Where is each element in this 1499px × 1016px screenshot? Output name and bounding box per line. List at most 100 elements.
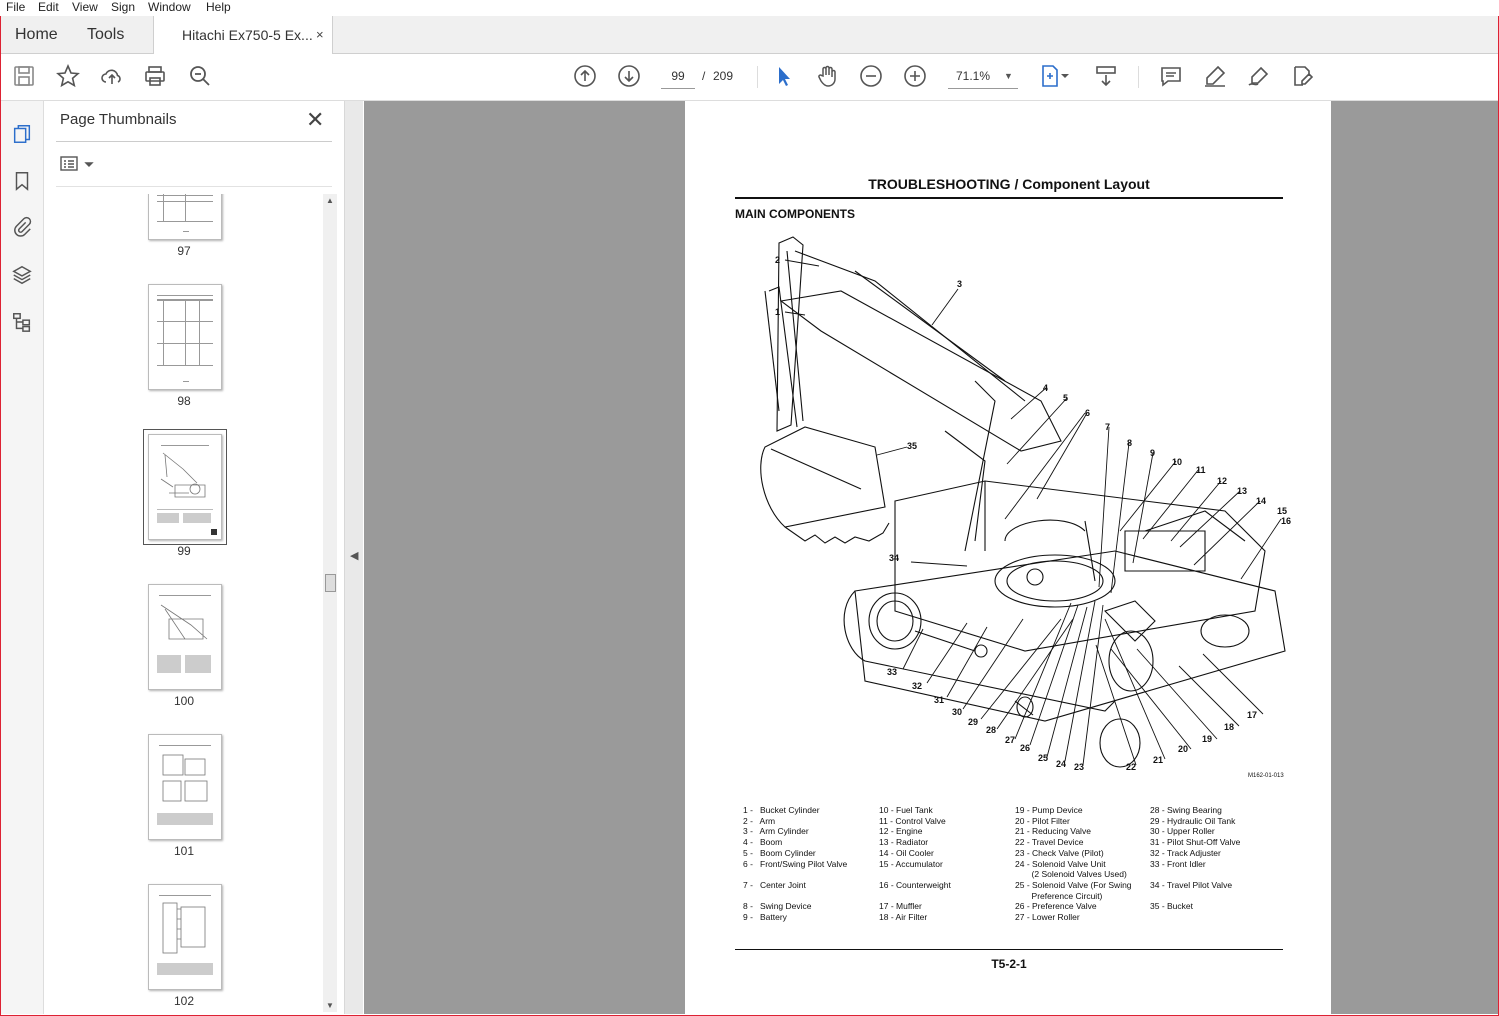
- toolbar: 99 / 209 71.1% ▼: [1, 54, 1498, 101]
- select-cursor-icon[interactable]: [771, 63, 797, 89]
- thumbnail-label: 101: [173, 844, 195, 858]
- scroll-up-icon[interactable]: ▲: [326, 196, 334, 205]
- tab-document[interactable]: Hitachi Ex750-5 Ex... ×: [153, 16, 333, 54]
- page-separator: /: [702, 69, 706, 83]
- legend-item: 29 - Hydraulic Oil Tank: [1150, 815, 1236, 826]
- save-icon[interactable]: [11, 63, 37, 89]
- svg-text:5: 5: [1063, 393, 1068, 403]
- thumbnail-list: 97 98 99 100 101 102: [44, 194, 322, 1014]
- svg-text:26: 26: [1020, 743, 1030, 753]
- legend-item: 27 - Lower Roller: [1015, 912, 1080, 922]
- svg-text:33: 33: [887, 667, 897, 677]
- legend-item: 24 - Solenoid Valve Unit: [1015, 858, 1106, 869]
- close-icon[interactable]: ✕: [306, 107, 324, 133]
- scroll-down-icon[interactable]: ▼: [326, 1001, 334, 1010]
- svg-text:4: 4: [1043, 383, 1048, 393]
- page-title: TROUBLESHOOTING / Component Layout: [868, 176, 1150, 192]
- legend-item: 11 - Control Valve: [879, 815, 946, 826]
- svg-text:24: 24: [1056, 759, 1066, 769]
- comment-icon[interactable]: [1158, 63, 1184, 89]
- svg-text:28: 28: [986, 725, 996, 735]
- legend-item: 5 - Boom Cylinder: [743, 847, 816, 858]
- thumbnail-page[interactable]: [148, 284, 222, 390]
- svg-text:7: 7: [1105, 422, 1110, 432]
- zoom-level-select[interactable]: 71.1% ▼: [948, 64, 1018, 89]
- scroll-mode-icon[interactable]: [1093, 63, 1119, 89]
- legend-item: 20 - Pilot Filter: [1015, 815, 1070, 826]
- layers-icon[interactable]: [9, 262, 35, 288]
- next-page-icon[interactable]: [616, 63, 642, 89]
- tab-bar: Home Tools Hitachi Ex750-5 Ex... ×: [1, 16, 1498, 54]
- chevron-down-icon: ▼: [1004, 71, 1013, 81]
- legend-item: 13 - Radiator: [879, 837, 929, 848]
- hand-tool-icon[interactable]: [814, 63, 840, 89]
- zoom-out-icon[interactable]: [858, 63, 884, 89]
- page-number-input[interactable]: 99: [661, 64, 695, 89]
- previous-page-icon[interactable]: [572, 63, 598, 89]
- thumbnail-page[interactable]: [148, 194, 222, 240]
- legend-item: 32 - Track Adjuster: [1150, 847, 1221, 858]
- legend-item: 3 - Arm Cylinder: [743, 826, 809, 837]
- legend-item: 22 - Travel Device: [1015, 837, 1084, 848]
- upload-cloud-icon[interactable]: [99, 63, 125, 89]
- svg-text:35: 35: [907, 441, 917, 451]
- legend-item: 7 - Center Joint: [743, 879, 806, 890]
- more-tools-icon[interactable]: [1290, 63, 1316, 89]
- fit-options-chevron-icon[interactable]: [1059, 63, 1071, 89]
- svg-text:6: 6: [1085, 408, 1090, 418]
- bookmark-star-icon[interactable]: [55, 63, 81, 89]
- menu-file[interactable]: File: [6, 0, 25, 15]
- bookmarks-icon[interactable]: [9, 168, 35, 194]
- draw-sign-icon[interactable]: [1246, 63, 1272, 89]
- menu-window[interactable]: Window: [148, 0, 191, 15]
- thumbnail-page-selected[interactable]: [143, 429, 227, 545]
- tab-close-icon[interactable]: ×: [316, 16, 324, 54]
- tab-home[interactable]: Home: [15, 16, 58, 53]
- svg-text:13: 13: [1237, 486, 1247, 496]
- thumbnail-page[interactable]: [148, 584, 222, 690]
- thumbnail-page[interactable]: [148, 884, 222, 990]
- legend-item: 8 - Swing Device: [743, 901, 812, 912]
- document-viewport[interactable]: TROUBLESHOOTING / Component Layout MAIN …: [364, 101, 1498, 1014]
- legend-item: 31 - Pilot Shut-Off Valve: [1150, 837, 1241, 848]
- legend-item: 14 - Oil Cooler: [879, 847, 934, 858]
- print-icon[interactable]: [142, 63, 168, 89]
- section-heading: MAIN COMPONENTS: [735, 207, 855, 221]
- page-footer-number: T5-2-1: [991, 957, 1027, 971]
- tab-tools[interactable]: Tools: [87, 16, 124, 53]
- navigation-rail: [1, 101, 44, 1014]
- svg-text:27: 27: [1005, 735, 1015, 745]
- zoom-level-value: 71.1%: [956, 69, 991, 83]
- svg-text:1: 1: [775, 307, 780, 317]
- thumbnail-page[interactable]: [148, 734, 222, 840]
- legend-item: 19 - Pump Device: [1015, 805, 1083, 815]
- attachments-icon[interactable]: [9, 214, 35, 240]
- highlight-pen-icon[interactable]: [1202, 63, 1228, 89]
- menu-sign[interactable]: Sign: [111, 0, 135, 15]
- legend-item: 28 - Swing Bearing: [1150, 805, 1222, 815]
- svg-text:18: 18: [1224, 722, 1234, 732]
- thumbnail-scrollbar[interactable]: ▲ ▼: [323, 194, 337, 1012]
- svg-text:15: 15: [1277, 506, 1287, 516]
- menu-view[interactable]: View: [72, 0, 98, 15]
- menu-edit[interactable]: Edit: [38, 0, 59, 15]
- legend-item: 12 - Engine: [879, 826, 923, 837]
- legend-item: 15 - Accumulator: [879, 858, 943, 869]
- search-zoom-icon[interactable]: [187, 63, 213, 89]
- panel-title: Page Thumbnails: [60, 111, 177, 128]
- structure-tree-icon[interactable]: [9, 309, 35, 335]
- collapse-panel-handle[interactable]: ◀: [345, 101, 363, 1014]
- svg-text:10: 10: [1172, 457, 1182, 467]
- title-rule: [735, 197, 1283, 199]
- legend-item: 30 - Upper Roller: [1150, 826, 1215, 837]
- menu-help[interactable]: Help: [206, 0, 231, 15]
- svg-text:19: 19: [1202, 734, 1212, 744]
- zoom-in-icon[interactable]: [902, 63, 928, 89]
- svg-text:29: 29: [968, 717, 978, 727]
- svg-text:12: 12: [1217, 476, 1227, 486]
- svg-text:2: 2: [775, 255, 780, 265]
- page-thumbnails-icon[interactable]: [9, 121, 35, 147]
- thumbnail-options-icon[interactable]: [60, 153, 100, 175]
- scroll-thumb[interactable]: [325, 574, 336, 592]
- svg-text:17: 17: [1247, 710, 1257, 720]
